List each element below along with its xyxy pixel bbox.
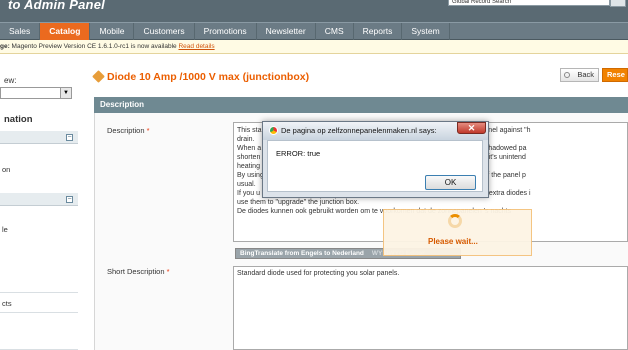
store-view-label: ew: [4, 76, 17, 85]
global-search-input[interactable]: Global Record Search [448, 0, 610, 6]
dialog-message: ERROR: true [276, 149, 321, 158]
version-notice: ge: Magento Preview Version CE 1.6.1.0-r… [0, 40, 628, 54]
sidebar-item[interactable] [0, 238, 78, 257]
sidebar-item[interactable] [0, 274, 78, 293]
product-icon [92, 70, 105, 83]
nav-customers[interactable]: Customers [134, 23, 195, 40]
sidebar-item[interactable]: cts [0, 294, 78, 313]
nav-newsletter[interactable]: Newsletter [257, 23, 316, 40]
required-mark: * [166, 267, 170, 276]
collapse-icon[interactable]: − [66, 134, 73, 141]
sidebar-item[interactable] [0, 331, 78, 350]
nav-cms[interactable]: CMS [316, 23, 354, 40]
collapse-icon[interactable]: − [66, 196, 73, 203]
notice-text: Magento Preview Version CE 1.6.1.0-rc1 i… [9, 43, 179, 50]
nav-catalog[interactable]: Catalog [40, 23, 91, 40]
spinner-icon [448, 214, 462, 228]
product-information-heading: nation [4, 114, 33, 125]
back-arrow-icon [564, 72, 570, 78]
close-button[interactable]: ✕ [457, 122, 486, 134]
sidebar-item[interactable]: le [0, 220, 78, 239]
nav-mobile[interactable]: Mobile [90, 23, 135, 40]
sidebar-item[interactable] [0, 313, 78, 332]
notice-label: ge: [0, 43, 10, 50]
page-title: Diode 10 Amp /1000 V max (junctionbox) [107, 71, 310, 83]
short-description-label-text: Short Description [107, 267, 165, 276]
reset-button[interactable]: Rese [602, 68, 628, 82]
sidebar-item[interactable] [0, 256, 78, 275]
chevron-down-icon[interactable]: ▼ [60, 88, 71, 98]
section-header: Description [94, 97, 628, 113]
description-label-text: Description [107, 126, 145, 135]
description-label: Description * [107, 126, 150, 135]
short-description-label: Short Description * [107, 267, 170, 276]
nav-sales[interactable]: Sales [0, 23, 41, 40]
nav-system[interactable]: System [402, 23, 450, 40]
main-navigation: Sales Catalog Mobile Customers Promotion… [0, 22, 628, 40]
chrome-icon [269, 126, 278, 135]
loading-text: Please wait... [428, 237, 478, 246]
read-details-link[interactable]: Read details [178, 43, 214, 50]
required-mark: * [146, 126, 150, 135]
nav-promotions[interactable]: Promotions [195, 23, 257, 40]
bing-translate-button[interactable]: BingTranslate from Engels to Nederland [236, 249, 368, 258]
dialog-title: De pagina op zelfzonnepanelenmaken.nl sa… [281, 126, 437, 135]
short-description-textarea[interactable]: Standard diode used for protecting you s… [233, 266, 628, 350]
admin-panel-title: to Admin Panel [8, 0, 105, 12]
ok-button[interactable]: OK [425, 175, 476, 190]
nav-reports[interactable]: Reports [354, 23, 403, 40]
search-button[interactable] [610, 0, 626, 7]
